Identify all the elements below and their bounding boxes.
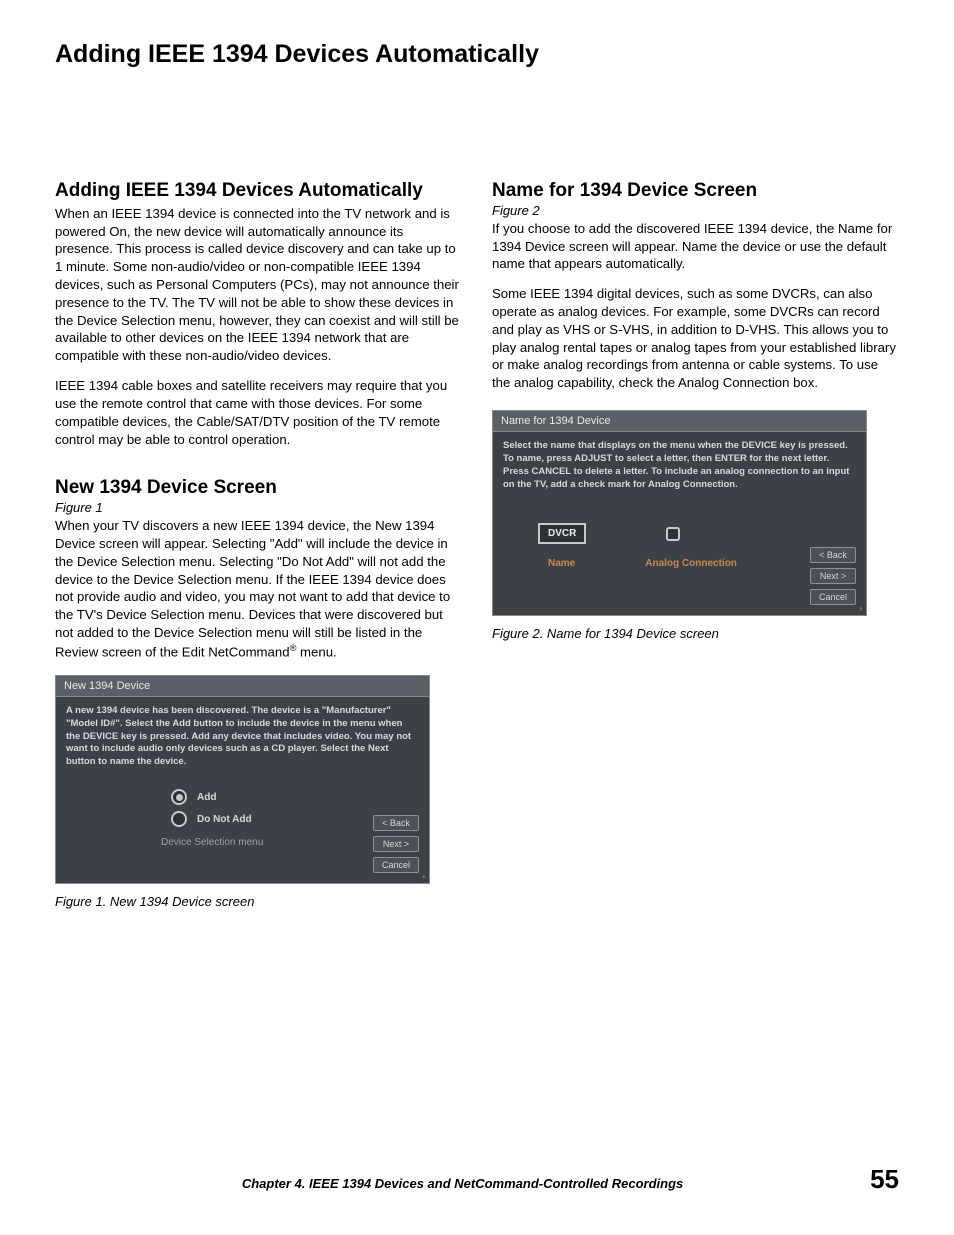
footer-chapter: Chapter 4. IEEE 1394 Devices and NetComm… (55, 1176, 870, 1191)
figure-reference: Figure 2 (492, 203, 899, 218)
device-name-field[interactable]: DVCR (538, 523, 586, 544)
analog-connection-checkbox[interactable] (666, 527, 680, 541)
page-number: 55 (870, 1164, 899, 1195)
radio-option-add[interactable]: Add (171, 789, 419, 805)
page-title: Adding IEEE 1394 Devices Automatically (55, 40, 899, 69)
figure-reference: Figure 1 (55, 500, 462, 515)
radio-icon (171, 789, 187, 805)
body-text-span: menu. (296, 644, 336, 659)
figure-1-screenshot: New 1394 Device A new 1394 device has be… (55, 675, 430, 884)
figure-2-screenshot: Name for 1394 Device Select the name tha… (492, 410, 867, 616)
section-heading-new-device: New 1394 Device Screen (55, 476, 462, 500)
radio-label: Add (197, 792, 216, 803)
figure-2-instructions: Select the name that displays on the men… (493, 432, 866, 495)
back-button[interactable]: < Back (810, 547, 856, 563)
section-heading-adding: Adding IEEE 1394 Devices Automatically (55, 179, 462, 203)
corner-glyph: ◐ (859, 604, 864, 613)
figure-1-titlebar: New 1394 Device (56, 676, 429, 697)
body-text: When an IEEE 1394 device is connected in… (55, 205, 462, 365)
back-button[interactable]: < Back (373, 815, 419, 831)
figure-2-caption: Figure 2. Name for 1394 Device screen (492, 626, 899, 641)
body-text: IEEE 1394 cable boxes and satellite rece… (55, 377, 462, 448)
figure-2-titlebar: Name for 1394 Device (493, 411, 866, 432)
radio-icon (171, 811, 187, 827)
page-footer: Chapter 4. IEEE 1394 Devices and NetComm… (55, 1164, 899, 1195)
body-text: Some IEEE 1394 digital devices, such as … (492, 285, 899, 392)
analog-connection-label: Analog Connection (645, 558, 737, 569)
radio-label: Do Not Add (197, 814, 252, 825)
figure-1-caption: Figure 1. New 1394 Device screen (55, 894, 462, 909)
left-column: Adding IEEE 1394 Devices Automatically W… (55, 179, 462, 909)
cancel-button[interactable]: Cancel (810, 589, 856, 605)
body-text: When your TV discovers a new IEEE 1394 d… (55, 517, 462, 661)
name-label: Name (548, 558, 575, 569)
body-text: If you choose to add the discovered IEEE… (492, 220, 899, 273)
next-button[interactable]: Next > (810, 568, 856, 584)
corner-glyph: ◐ (422, 872, 427, 881)
body-text-span: When your TV discovers a new IEEE 1394 d… (55, 518, 450, 659)
section-heading-name-device: Name for 1394 Device Screen (492, 179, 899, 203)
next-button[interactable]: Next > (373, 836, 419, 852)
right-column: Name for 1394 Device Screen Figure 2 If … (492, 179, 899, 909)
figure-1-instructions: A new 1394 device has been discovered. T… (56, 697, 429, 773)
cancel-button[interactable]: Cancel (373, 857, 419, 873)
